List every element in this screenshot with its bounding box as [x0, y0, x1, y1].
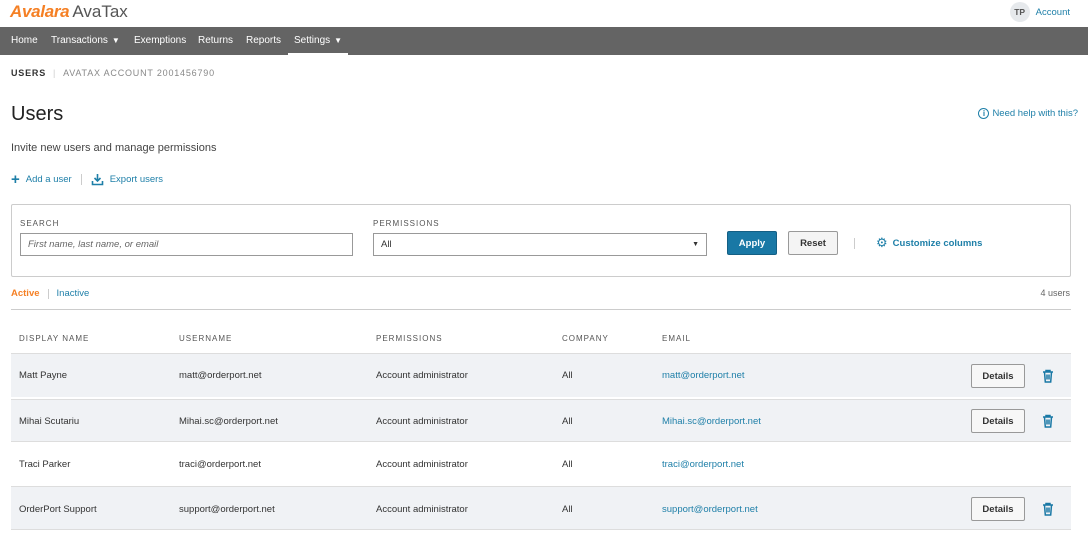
tab-active[interactable]: Active: [11, 288, 40, 299]
cell-company: All: [562, 504, 573, 515]
page-title: Users: [11, 103, 64, 125]
cell-email-link[interactable]: matt@orderport.net: [662, 370, 745, 381]
cell-display-name: Matt Payne: [19, 370, 68, 381]
column-header-company: COMPANY: [562, 334, 609, 343]
app-logo[interactable]: Avalara AvaTax: [10, 2, 128, 22]
cell-email-link[interactable]: traci@orderport.net: [662, 459, 744, 470]
export-users-label: Export users: [109, 174, 164, 185]
page-subtitle: Invite new users and manage permissions: [11, 142, 217, 154]
apply-button[interactable]: Apply: [727, 231, 777, 255]
nav-exemptions[interactable]: Exemptions: [134, 27, 186, 55]
cell-username: matt@orderport.net: [179, 370, 262, 381]
trash-icon[interactable]: [1042, 502, 1054, 516]
details-button[interactable]: Details: [971, 409, 1025, 433]
customize-columns-button[interactable]: ⚙ Customize columns: [876, 235, 983, 250]
export-users-button[interactable]: Export users: [91, 173, 163, 186]
filter-panel: SEARCH PERMISSIONS All ▼ Apply Reset ⚙ C…: [11, 204, 1071, 277]
table-row: Matt Payne matt@orderport.net Account ad…: [11, 353, 1071, 397]
user-actions: + Add a user Export users: [11, 170, 163, 188]
chevron-down-icon: ▼: [111, 36, 120, 45]
details-button[interactable]: Details: [971, 364, 1025, 388]
divider: [47, 288, 49, 299]
help-link[interactable]: i Need help with this?: [978, 108, 1078, 119]
nav-home[interactable]: Home: [11, 27, 38, 55]
table-row: OrderPort Support support@orderport.net …: [11, 486, 1071, 529]
cell-company: All: [562, 370, 573, 381]
permissions-select[interactable]: All ▼: [373, 233, 707, 256]
nav-returns-label: Returns: [198, 35, 234, 46]
cell-company: All: [562, 459, 573, 470]
add-user-button[interactable]: + Add a user: [11, 170, 72, 188]
search-label: SEARCH: [20, 219, 60, 228]
divider: [854, 238, 855, 249]
details-button[interactable]: Details: [971, 497, 1025, 521]
nav-settings-label: Settings: [294, 35, 331, 46]
chevron-down-icon: ▼: [692, 241, 699, 248]
divider: [80, 174, 82, 185]
account-link[interactable]: Account: [1036, 7, 1070, 18]
column-header-permissions: PERMISSIONS: [376, 334, 443, 343]
permissions-label: PERMISSIONS: [373, 219, 440, 228]
info-icon: i: [978, 108, 990, 119]
avatar[interactable]: TP: [1009, 2, 1030, 22]
nav-reports-label: Reports: [246, 35, 282, 46]
cell-display-name: Mihai Scutariu: [19, 416, 80, 427]
breadcrumb-users: USERS: [11, 68, 47, 78]
account-menu[interactable]: TP Account: [1009, 2, 1070, 22]
cell-permissions: Account administrator: [376, 459, 468, 470]
cell-username: Mihai.sc@orderport.net: [179, 416, 278, 427]
cell-username: support@orderport.net: [179, 504, 275, 515]
column-header-display-name: DISPLAY NAME: [19, 334, 90, 343]
breadcrumb: USERS | AVATAX ACCOUNT 2001456790: [11, 68, 215, 78]
cell-email-link[interactable]: Mihai.sc@orderport.net: [662, 416, 761, 427]
breadcrumb-account: AVATAX ACCOUNT 2001456790: [63, 68, 215, 78]
chevron-down-icon: ▼: [334, 36, 343, 45]
trash-icon[interactable]: [1042, 414, 1054, 428]
cell-company: All: [562, 416, 573, 427]
gear-icon: ⚙: [876, 235, 888, 250]
nav-transactions-label: Transactions: [51, 35, 108, 46]
reset-button[interactable]: Reset: [788, 231, 838, 255]
search-input[interactable]: [20, 233, 353, 256]
nav-transactions[interactable]: Transactions ▼: [51, 27, 120, 55]
user-count: 4 users: [1040, 288, 1070, 298]
plus-icon: +: [11, 170, 20, 188]
column-header-email: EMAIL: [662, 334, 692, 343]
cell-permissions: Account administrator: [376, 504, 468, 515]
download-icon: [91, 174, 104, 186]
breadcrumb-separator: |: [53, 68, 57, 78]
main-nav: Home Transactions ▼ Exemptions Returns Re…: [0, 27, 1088, 55]
divider: [11, 309, 1071, 310]
table-row: Traci Parker traci@orderport.net Account…: [11, 441, 1071, 485]
add-user-label: Add a user: [25, 174, 72, 185]
cell-username: traci@orderport.net: [179, 459, 261, 470]
cell-permissions: Account administrator: [376, 370, 468, 381]
cell-email-link[interactable]: support@orderport.net: [662, 504, 758, 515]
cell-display-name: OrderPort Support: [19, 504, 97, 515]
nav-settings[interactable]: Settings ▼: [287, 27, 349, 55]
nav-exemptions-label: Exemptions: [134, 35, 187, 46]
top-bar: Avalara AvaTax TP Account: [0, 0, 1088, 27]
nav-returns[interactable]: Returns: [198, 27, 233, 55]
nav-reports[interactable]: Reports: [246, 27, 281, 55]
permissions-selected-value: All: [381, 239, 392, 250]
customize-columns-label: Customize columns: [892, 237, 983, 249]
column-header-username: USERNAME: [179, 334, 233, 343]
nav-home-label: Home: [11, 35, 38, 46]
divider: [11, 529, 1071, 530]
trash-icon[interactable]: [1042, 369, 1054, 383]
cell-display-name: Traci Parker: [19, 459, 71, 470]
brand-name: Avalara: [10, 2, 70, 21]
tab-inactive[interactable]: Inactive: [57, 288, 90, 299]
status-tabs: Active Inactive: [11, 288, 89, 299]
product-name: AvaTax: [72, 2, 128, 21]
cell-permissions: Account administrator: [376, 416, 468, 427]
help-link-label: Need help with this?: [992, 108, 1078, 119]
table-row: Mihai Scutariu Mihai.sc@orderport.net Ac…: [11, 399, 1071, 441]
